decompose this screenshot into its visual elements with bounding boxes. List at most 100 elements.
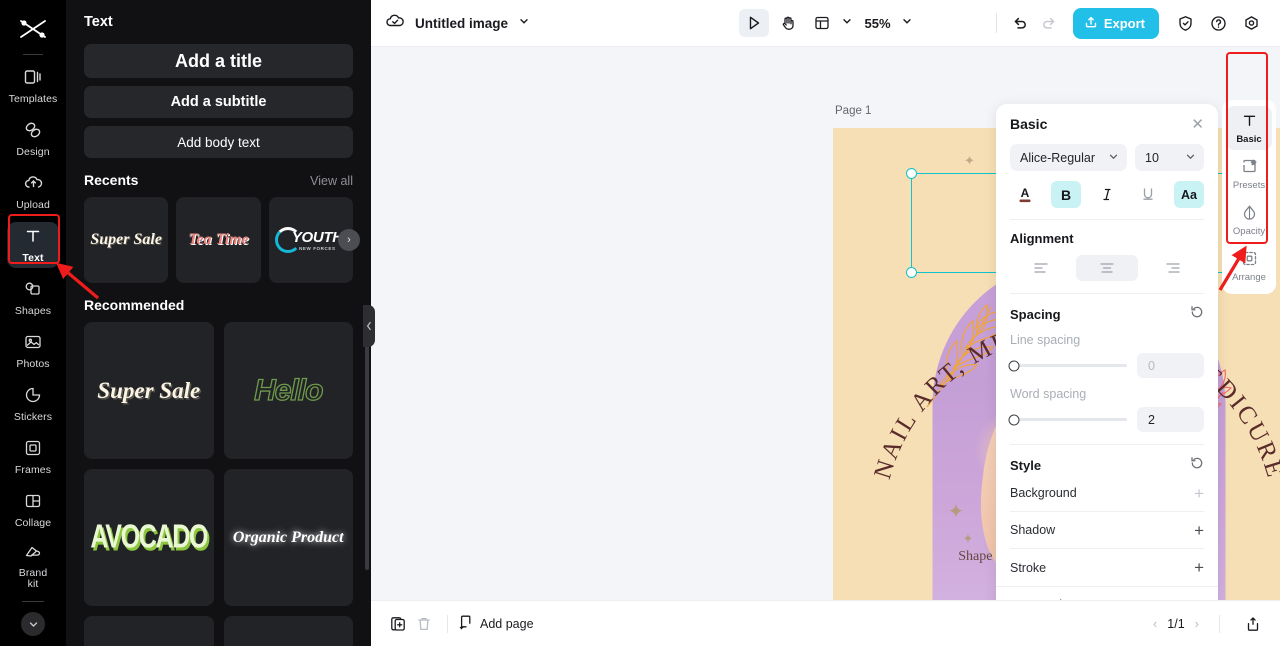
- word-spacing-slider[interactable]: [1008, 414, 1127, 425]
- next-page-button[interactable]: ›: [1195, 616, 1199, 631]
- recommended-card-label: Organic Product: [232, 528, 344, 546]
- export-page-button[interactable]: [1240, 611, 1266, 637]
- add-background-icon[interactable]: +: [1194, 485, 1204, 502]
- add-page-label: Add page: [480, 616, 534, 631]
- add-a-title-button[interactable]: Add a title: [84, 44, 353, 78]
- opacity-drop-icon: [1241, 204, 1258, 224]
- reset-icon[interactable]: [1190, 456, 1204, 475]
- word-spacing-value[interactable]: 2: [1137, 407, 1204, 432]
- sidebar-item-upload[interactable]: Upload: [7, 169, 59, 215]
- export-button[interactable]: Export: [1072, 7, 1159, 39]
- add-stroke-icon[interactable]: +: [1194, 559, 1204, 576]
- capcut-logo-icon[interactable]: [13, 10, 53, 48]
- chevron-down-icon[interactable]: [518, 14, 530, 32]
- sidebar-item-text[interactable]: Text: [7, 222, 59, 268]
- rail-divider-bottom: [22, 601, 44, 602]
- shield-check-icon[interactable]: [1170, 9, 1200, 37]
- bold-button[interactable]: B: [1051, 181, 1081, 208]
- slider-knob[interactable]: [1008, 414, 1020, 425]
- left-icon-rail: Templates Design Upload Text Shapes Phot…: [0, 0, 66, 646]
- rail-collapse-button[interactable]: [21, 612, 45, 636]
- align-right-button[interactable]: [1142, 255, 1204, 281]
- font-size-select[interactable]: 10: [1135, 144, 1204, 171]
- style-heading: Style: [1010, 458, 1042, 473]
- sidebar-item-brand-kit[interactable]: Brand kit: [7, 540, 59, 594]
- sidebar-item-collage[interactable]: Collage: [7, 487, 59, 533]
- zoom-level[interactable]: 55%: [864, 16, 890, 31]
- frames-icon: [24, 439, 42, 462]
- bottom-toolbar: Add page ‹ 1/1 ›: [371, 600, 1280, 646]
- recents-card-tea-time[interactable]: Tea Time: [176, 197, 261, 283]
- undo-button[interactable]: [1007, 10, 1033, 36]
- panel-scrollbar[interactable]: [365, 330, 369, 570]
- spacing-header: Spacing: [1010, 294, 1204, 324]
- sidebar-item-label: Brand kit: [18, 567, 48, 590]
- sidebar-item-design[interactable]: Design: [7, 116, 59, 162]
- chevron-right-icon[interactable]: ›: [338, 229, 360, 251]
- font-family-select[interactable]: Alice-Regular: [1010, 144, 1127, 171]
- right-strip-item-arrange[interactable]: Arrange: [1226, 244, 1272, 288]
- templates-icon: [24, 68, 42, 91]
- recommended-card-extra-2[interactable]: [223, 616, 353, 646]
- settings-gear-icon[interactable]: [1236, 9, 1266, 37]
- document-title[interactable]: Untitled image: [415, 16, 508, 31]
- sidebar-item-shapes[interactable]: Shapes: [7, 275, 59, 321]
- design-icon: [24, 121, 42, 144]
- right-strip-label: Presets: [1232, 180, 1266, 191]
- format-buttons-row: A B Aa: [1010, 181, 1204, 220]
- align-center-button[interactable]: [1076, 255, 1138, 281]
- text-case-button[interactable]: Aa: [1174, 181, 1204, 208]
- sidebar-item-templates[interactable]: Templates: [7, 63, 59, 109]
- hand-tool-button[interactable]: [772, 9, 802, 37]
- recommended-card-hello[interactable]: Hello: [223, 322, 353, 459]
- line-spacing-slider[interactable]: [1008, 360, 1127, 371]
- canvas-area[interactable]: Page 1 ⋯ Nail Studio ✦ ✦: [371, 47, 1280, 600]
- help-circle-icon[interactable]: [1203, 9, 1233, 37]
- select-tool-button[interactable]: [738, 9, 769, 37]
- sidebar-item-frames[interactable]: Frames: [7, 434, 59, 480]
- recents-card-super-sale[interactable]: Super Sale: [84, 197, 169, 283]
- line-spacing-value[interactable]: 0: [1137, 353, 1204, 378]
- layout-chevron-icon[interactable]: [840, 14, 852, 32]
- layout-tool-button[interactable]: [806, 9, 836, 37]
- right-strip-item-opacity[interactable]: Opacity: [1226, 198, 1272, 242]
- redo-button[interactable]: [1036, 10, 1062, 36]
- right-strip-item-presets[interactable]: Presets: [1226, 152, 1272, 196]
- recommended-card-super-sale[interactable]: Super Sale: [84, 322, 214, 459]
- align-left-button[interactable]: [1010, 255, 1072, 281]
- stickers-icon: [24, 386, 42, 409]
- add-page-button[interactable]: Add page: [458, 614, 534, 633]
- add-to-brand-kit-label: Add to brand kit: [1076, 598, 1160, 600]
- topbar-right: Export: [989, 7, 1266, 39]
- zoom-chevron-icon[interactable]: [901, 14, 913, 32]
- shadow-row[interactable]: Shadow +: [1010, 512, 1204, 549]
- sidebar-item-label: Photos: [16, 357, 50, 370]
- text-color-icon: A: [1019, 186, 1031, 203]
- close-icon[interactable]: ✕: [1191, 117, 1204, 132]
- recommended-card-avocado[interactable]: AVOCADO: [84, 469, 214, 606]
- sidebar-item-photos[interactable]: Photos: [7, 328, 59, 374]
- line-spacing-row: 0: [1008, 353, 1204, 378]
- add-body-text-button[interactable]: Add body text: [84, 126, 353, 158]
- text-color-button[interactable]: A: [1010, 181, 1040, 208]
- italic-button[interactable]: [1092, 181, 1122, 208]
- duplicate-page-button[interactable]: [385, 611, 411, 637]
- reset-icon[interactable]: [1190, 305, 1204, 324]
- view-all-link[interactable]: View all: [310, 174, 353, 188]
- add-a-subtitle-button[interactable]: Add a subtitle: [84, 86, 353, 118]
- add-to-brand-kit-button[interactable]: Add to brand kit: [996, 586, 1218, 600]
- sidebar-item-stickers[interactable]: Stickers: [7, 381, 59, 427]
- add-shadow-icon[interactable]: +: [1194, 522, 1204, 539]
- recommended-card-extra-1[interactable]: [84, 616, 214, 646]
- prev-page-button[interactable]: ‹: [1153, 616, 1157, 631]
- delete-page-button[interactable]: [411, 611, 437, 637]
- underline-button[interactable]: [1133, 181, 1163, 208]
- recommended-card-label: AVOCADO: [90, 517, 208, 556]
- right-strip-item-basic[interactable]: Basic: [1226, 106, 1272, 150]
- panel-collapse-handle[interactable]: [363, 305, 375, 347]
- stroke-row[interactable]: Stroke +: [1010, 549, 1204, 586]
- recommended-card-organic-product[interactable]: Organic Product: [223, 469, 353, 606]
- font-size-value: 10: [1145, 150, 1159, 165]
- slider-knob[interactable]: [1008, 360, 1020, 371]
- background-row[interactable]: Background +: [1010, 475, 1204, 512]
